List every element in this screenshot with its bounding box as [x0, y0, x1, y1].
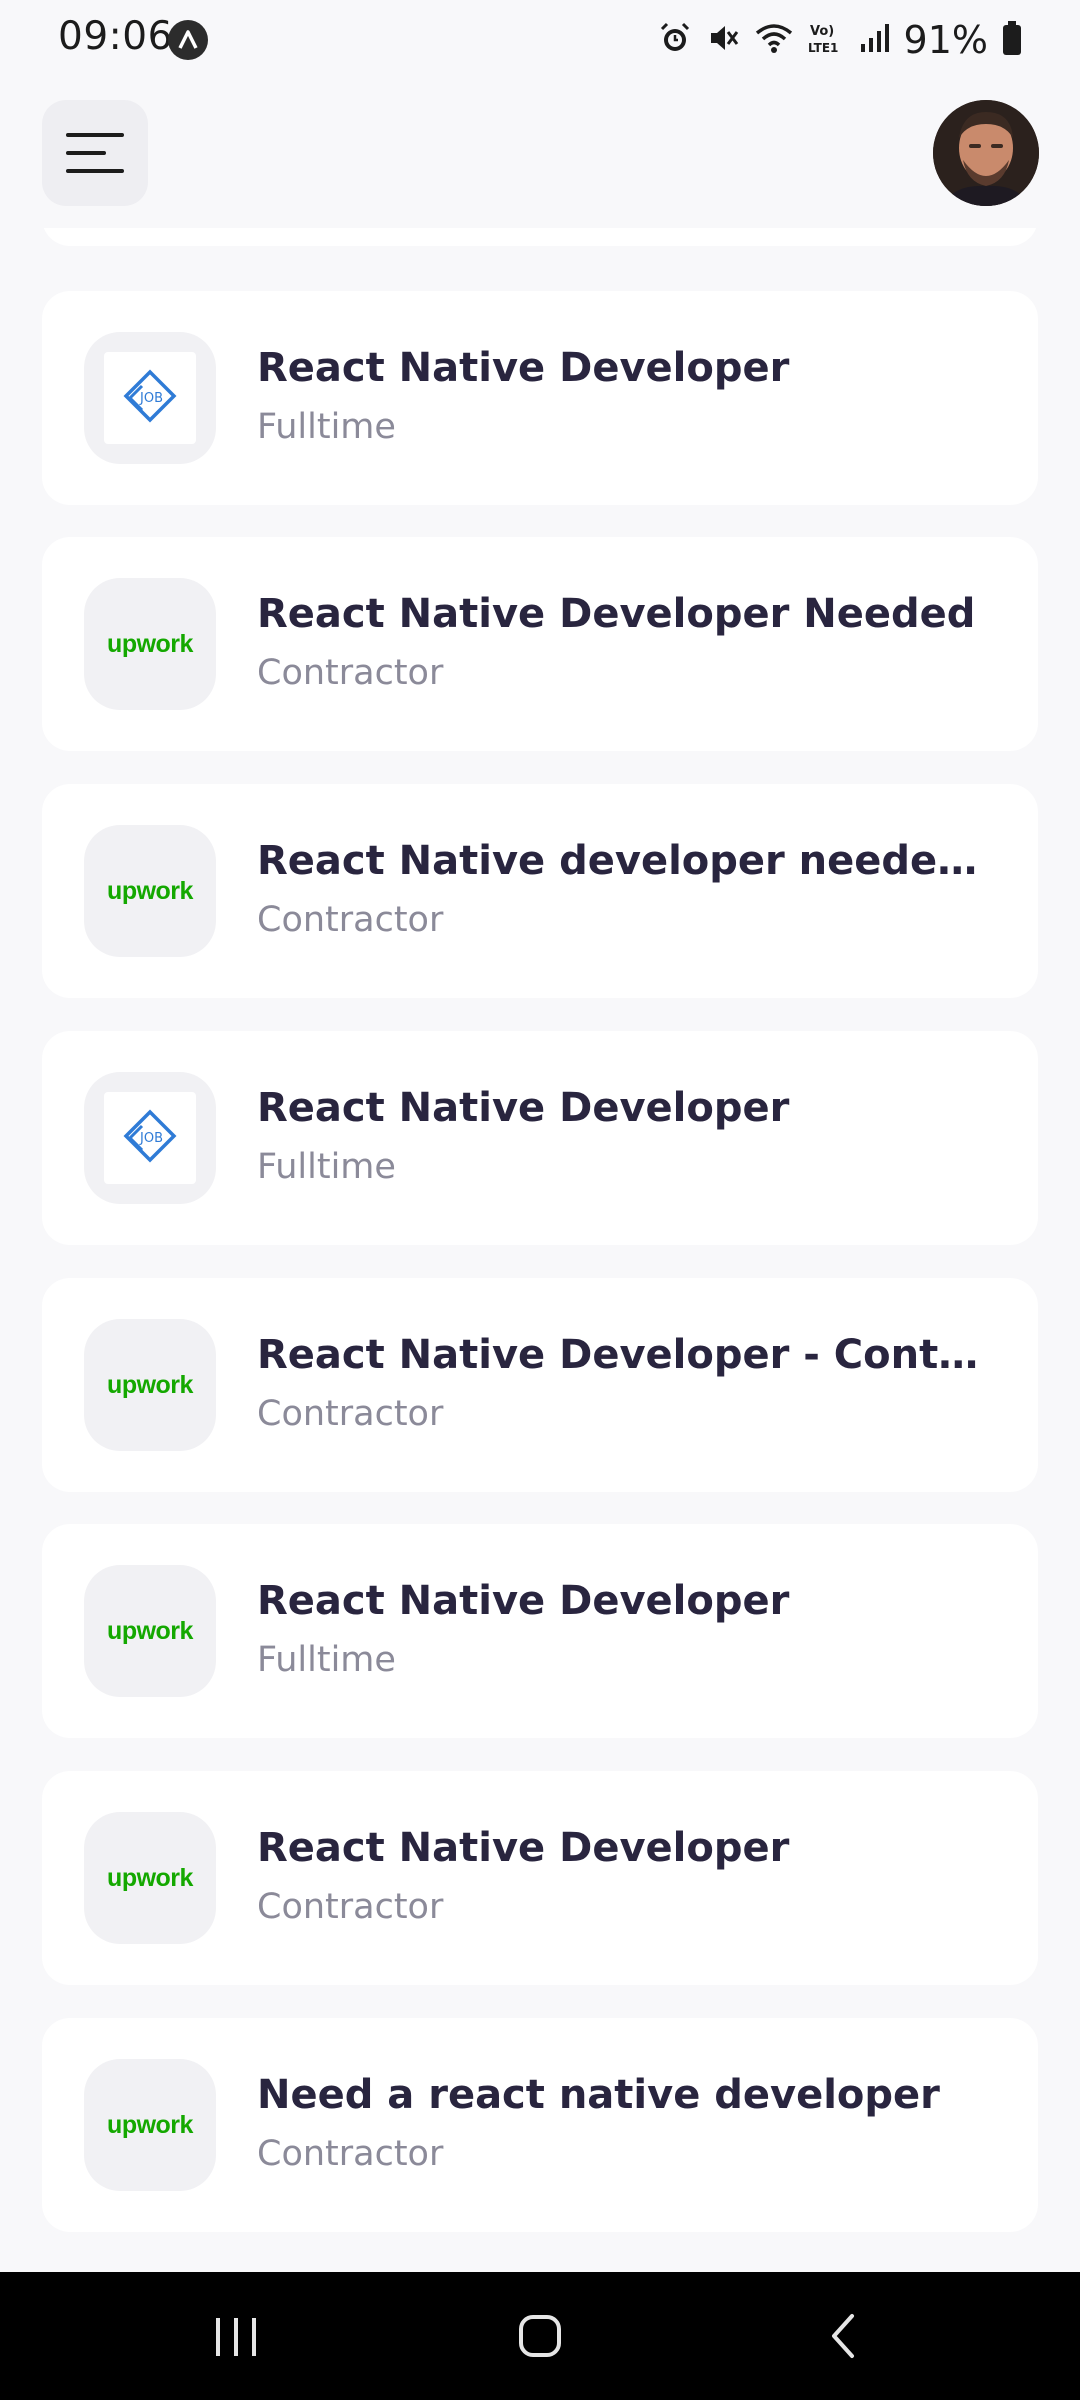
status-time: 09:06	[58, 14, 173, 59]
job-type: Contractor	[257, 900, 444, 940]
job-title: Need a react native developer	[257, 2072, 940, 2118]
job-title: React Native Developer	[257, 345, 790, 391]
lte-icon: Vo) LTE1	[808, 20, 846, 60]
job-logo-icon: JOB	[104, 1092, 196, 1184]
job-type: Fulltime	[257, 1640, 396, 1680]
home-icon	[519, 2315, 561, 2357]
job-type: Contractor	[257, 653, 444, 693]
app-notification-icon	[168, 20, 208, 60]
job-card[interactable]: upwork React Native Developer Fulltime	[42, 1524, 1038, 1738]
job-title: React Native Developer	[257, 1578, 790, 1624]
upwork-logo: upwork	[107, 1616, 193, 1645]
company-logo: upwork	[84, 1565, 216, 1697]
upwork-logo: upwork	[107, 1863, 193, 1892]
status-icons: Vo) LTE1 91%	[658, 16, 1022, 64]
status-bar: 09:06 Vo) LTE1 91%	[0, 0, 1080, 80]
job-card[interactable]: upwork React Native Developer Needed Con…	[42, 537, 1038, 751]
mute-icon	[706, 21, 740, 59]
screen: 09:06 Vo) LTE1 91% JOB React Native Deve…	[0, 0, 1080, 2400]
company-logo: upwork	[84, 578, 216, 710]
hamburger-menu-icon	[66, 133, 124, 173]
job-card[interactable]: upwork React Native developer needed -..…	[42, 784, 1038, 998]
job-title: React Native Developer	[257, 1085, 790, 1131]
battery-percentage: 91%	[903, 18, 988, 62]
job-card[interactable]: upwork React Native Developer Contractor	[42, 1771, 1038, 1985]
recents-button[interactable]	[196, 2304, 276, 2368]
job-card[interactable]: JOB React Native Developer Fulltime	[42, 1031, 1038, 1245]
job-list[interactable]: JOB React Native Developer Fulltime upwo…	[0, 228, 1080, 2272]
recents-icon	[216, 2318, 256, 2356]
svg-text:LTE1: LTE1	[808, 41, 838, 55]
job-title: React Native developer needed -...	[257, 838, 997, 884]
company-logo: upwork	[84, 1812, 216, 1944]
job-title: React Native Developer - Contra...	[257, 1332, 997, 1378]
company-logo: JOB	[84, 332, 216, 464]
wifi-icon	[754, 21, 794, 59]
job-logo-icon: JOB	[104, 352, 196, 444]
company-logo: upwork	[84, 2059, 216, 2191]
job-type: Fulltime	[257, 407, 396, 447]
job-title: React Native Developer	[257, 1825, 790, 1871]
system-navigation-bar	[0, 2272, 1080, 2400]
job-type: Contractor	[257, 2134, 444, 2174]
job-card[interactable]: upwork React Native Developer - Contra..…	[42, 1278, 1038, 1492]
job-type: Contractor	[257, 1394, 444, 1434]
job-card[interactable]: upwork Need a react native developer Con…	[42, 2018, 1038, 2232]
back-icon	[832, 2314, 854, 2358]
svg-text:JOB: JOB	[139, 1131, 163, 1146]
job-type: Fulltime	[257, 1147, 396, 1187]
company-logo: upwork	[84, 1319, 216, 1451]
svg-text:JOB: JOB	[139, 391, 163, 406]
job-title: React Native Developer Needed	[257, 591, 976, 637]
company-logo: upwork	[84, 825, 216, 957]
company-logo: JOB	[84, 1072, 216, 1204]
back-button[interactable]	[804, 2304, 884, 2368]
alarm-icon	[658, 21, 692, 59]
job-card[interactable]: JOB React Native Developer Fulltime	[42, 291, 1038, 505]
menu-button[interactable]	[42, 100, 148, 206]
user-avatar-image	[933, 100, 1039, 206]
home-button[interactable]	[500, 2304, 580, 2368]
job-type: Contractor	[257, 1887, 444, 1927]
upwork-logo: upwork	[107, 1370, 193, 1399]
job-card-partial[interactable]	[42, 228, 1038, 246]
upwork-logo: upwork	[107, 629, 193, 658]
battery-icon	[1002, 20, 1022, 60]
svg-text:Vo): Vo)	[810, 24, 834, 39]
signal-icon	[860, 22, 890, 58]
upwork-logo: upwork	[107, 2110, 193, 2139]
avatar[interactable]	[933, 100, 1039, 206]
upwork-logo: upwork	[107, 876, 193, 905]
